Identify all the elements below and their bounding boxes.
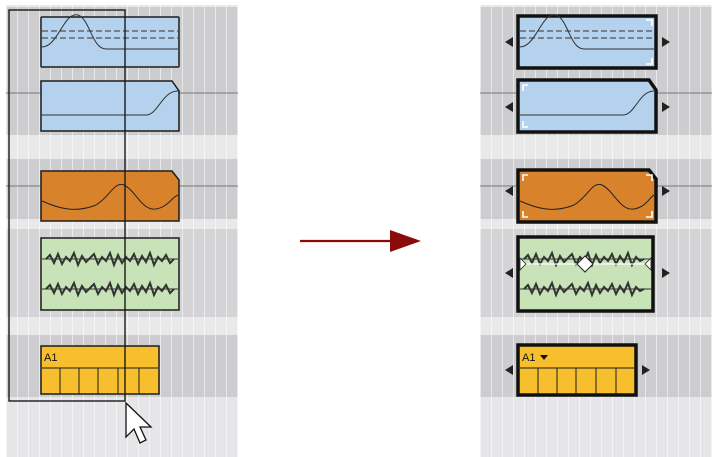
audio-clip[interactable]	[40, 237, 180, 311]
selected-automation-clip-3[interactable]	[516, 168, 658, 224]
pattern-label: A1	[522, 352, 535, 364]
left-panel: A1	[6, 5, 238, 457]
pattern-label: A1	[44, 352, 57, 364]
right-arrow-icon	[298, 228, 423, 254]
selected-automation-clip-2[interactable]	[516, 78, 658, 134]
pattern-clip[interactable]: A1	[40, 345, 160, 395]
selected-audio-clip[interactable]	[516, 235, 655, 313]
selected-automation-clip-1[interactable]	[516, 14, 658, 70]
selected-pattern-clip[interactable]: A1	[516, 343, 638, 397]
automation-clip-1[interactable]	[40, 14, 180, 68]
automation-clip-2[interactable]	[40, 80, 180, 132]
automation-clip-3[interactable]	[40, 170, 180, 222]
right-panel: A1	[480, 5, 712, 457]
